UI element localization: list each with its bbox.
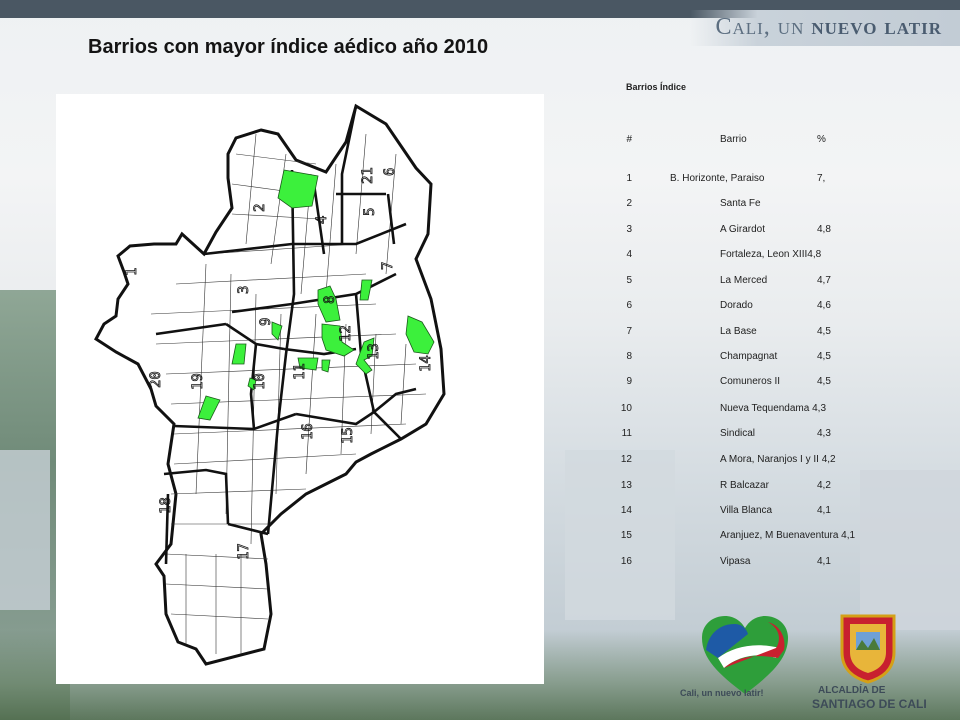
seal-caption-line1: ALCALDÍA DE — [818, 685, 886, 696]
heart-logo-caption: Cali, un nuevo latir! — [680, 688, 764, 698]
row-number: 15 — [620, 530, 632, 541]
row-number: 10 — [620, 403, 632, 414]
row-number: 5 — [626, 275, 632, 286]
row-percent: 4,2 — [817, 480, 831, 491]
comuna-label: 7 — [380, 262, 396, 270]
row-number: 14 — [620, 505, 632, 516]
row-percent: 4,7 — [817, 275, 831, 286]
comuna-label: 20 — [148, 371, 164, 388]
page-title: Barrios con mayor índice aédico año 2010 — [88, 36, 489, 58]
row-percent: 7, — [817, 173, 826, 184]
row-number: 1 — [626, 173, 632, 184]
table-caption: Barrios Índice — [626, 82, 687, 92]
comuna-label: 17 — [236, 543, 252, 560]
column-header-number: # — [626, 134, 632, 145]
comuna-label: 15 — [340, 427, 356, 444]
row-percent: 4,5 — [817, 376, 831, 387]
comuna-label: 18 — [158, 497, 174, 514]
comuna-label: 21 — [360, 167, 376, 184]
row-number: 7 — [626, 326, 632, 337]
row-number: 2 — [626, 198, 632, 209]
comuna-label: 11 — [292, 363, 308, 380]
row-number: 12 — [620, 454, 632, 465]
column-header-percent: % — [817, 134, 826, 145]
comuna-label: 5 — [362, 208, 378, 216]
row-percent: 4,1 — [817, 556, 831, 567]
comuna-label: 8 — [322, 296, 338, 304]
seal-caption-line2: SANTIAGO DE CALI — [812, 697, 927, 711]
heart-logo — [702, 616, 788, 694]
row-number: 9 — [626, 376, 632, 387]
comuna-label: 14 — [418, 355, 434, 372]
cali-barrios-map: 1 2 3 4 5 6 7 8 9 10 11 12 13 14 15 16 1… — [94, 103, 446, 666]
background-building — [0, 450, 50, 610]
row-number: 13 — [620, 480, 632, 491]
column-header-barrio: Barrio — [720, 134, 747, 145]
row-barrio: Nueva Tequendama 4,3 — [720, 403, 827, 414]
row-number: 11 — [621, 428, 632, 439]
highlighted-barrio — [277, 169, 319, 209]
row-barrio: Aranjuez, M Buenaventura 4,1 — [720, 530, 856, 541]
city-seal-logo — [840, 614, 896, 684]
row-percent: 4,1 — [817, 505, 831, 516]
comuna-label: 19 — [190, 373, 206, 390]
comuna-label: 6 — [382, 168, 398, 176]
comuna-label: 2 — [252, 204, 268, 212]
comuna-label: 9 — [258, 318, 274, 326]
row-number: 3 — [626, 224, 632, 235]
comuna-label: 13 — [366, 343, 382, 360]
row-percent: 4,6 — [817, 300, 831, 311]
row-percent: 4,5 — [817, 351, 831, 362]
comuna-label: 4 — [314, 216, 330, 224]
comuna-label: 10 — [252, 373, 268, 390]
row-number: 8 — [626, 351, 632, 362]
row-number: 4 — [626, 249, 632, 260]
row-barrio: B. Horizonte, Paraiso — [670, 173, 765, 184]
map-panel: 1 2 3 4 5 6 7 8 9 10 11 12 13 14 15 16 1… — [56, 94, 544, 684]
row-barrio: Santa Fe — [720, 198, 761, 209]
comuna-label: 3 — [236, 286, 252, 294]
row-percent: 4,5 — [817, 326, 831, 337]
row-number: 16 — [620, 556, 632, 567]
row-percent: 4,3 — [817, 428, 831, 439]
row-percent: 4,8 — [817, 224, 831, 235]
comuna-label: 16 — [300, 423, 316, 440]
comuna-label: 1 — [124, 268, 140, 276]
background-building — [860, 470, 960, 630]
row-number: 6 — [626, 300, 632, 311]
row-barrio: A Mora, Naranjos I y II 4,2 — [720, 454, 836, 465]
comuna-label: 12 — [338, 325, 354, 342]
row-barrio: Fortaleza, Leon XIII4,8 — [720, 249, 822, 260]
brand-slogan: Cali, un nuevo latir — [715, 14, 942, 40]
